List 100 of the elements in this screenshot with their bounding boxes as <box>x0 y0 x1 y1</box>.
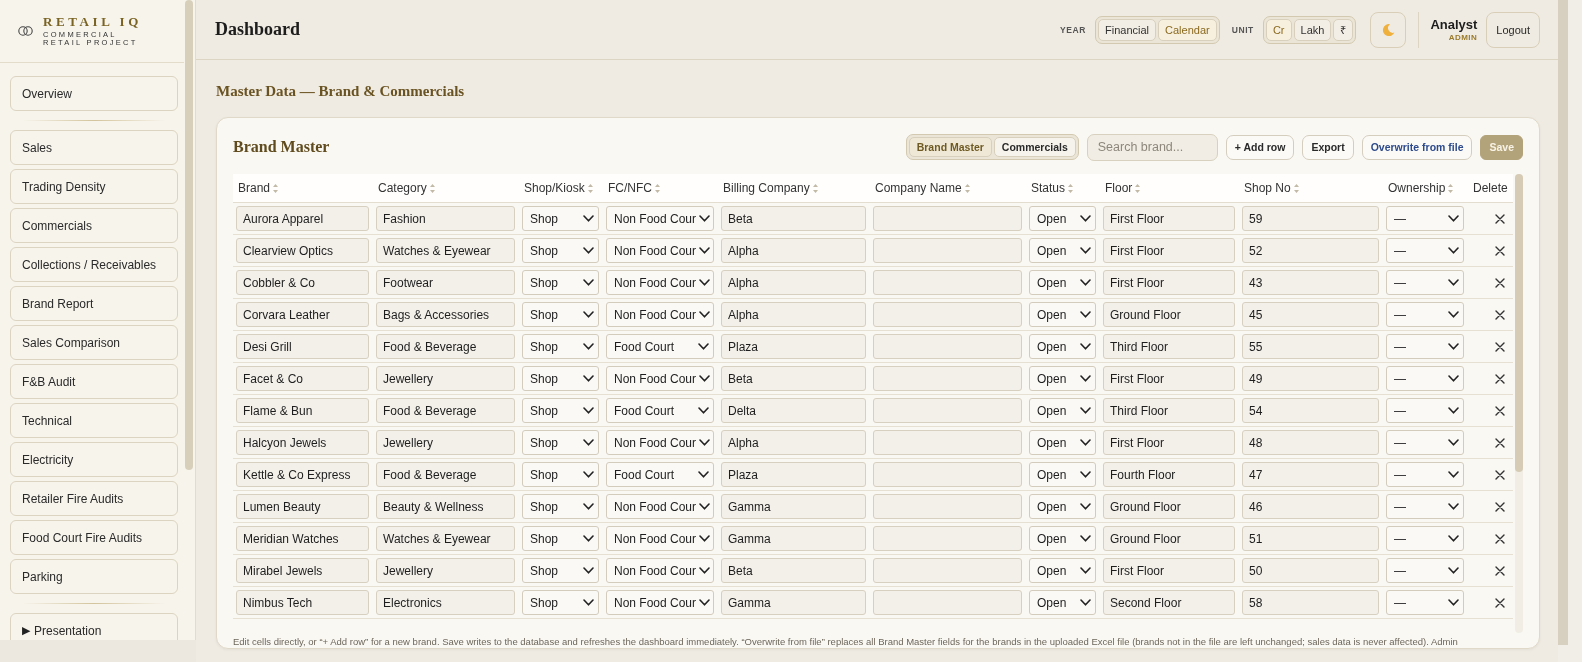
column-header[interactable]: Category <box>376 181 437 195</box>
billing-company-field[interactable]: Beta <box>721 206 866 231</box>
company-name-field[interactable] <box>873 366 1022 391</box>
billing-company-field[interactable]: Gamma <box>721 526 866 551</box>
shop-number-field[interactable]: 50 <box>1242 558 1379 583</box>
ownership-select[interactable]: — <box>1386 270 1464 295</box>
delete-icon[interactable] <box>1495 245 1505 256</box>
nav-item[interactable]: Parking <box>10 559 178 594</box>
nav-item[interactable]: Electricity <box>10 442 178 477</box>
nav-item[interactable]: Overview <box>10 76 178 111</box>
brand-field[interactable]: Flame & Bun <box>236 398 369 423</box>
brand-field[interactable]: Nimbus Tech <box>236 590 369 615</box>
company-name-field[interactable] <box>873 334 1022 359</box>
nav-item[interactable]: ▶ Presentation <box>10 613 178 640</box>
shop-number-field[interactable]: 54 <box>1242 398 1379 423</box>
add-row-button[interactable]: + Add row <box>1225 134 1295 160</box>
court-type-select[interactable]: Non Food Cour <box>606 206 714 231</box>
category-field[interactable]: Jewellery <box>376 366 515 391</box>
shop-type-select[interactable]: Shop <box>522 526 599 551</box>
status-select[interactable]: Open <box>1029 334 1096 359</box>
court-type-select[interactable]: Non Food Cour <box>606 558 714 583</box>
nav-item[interactable]: Retailer Fire Audits <box>10 481 178 516</box>
export-button[interactable]: Export <box>1302 134 1354 160</box>
delete-icon[interactable] <box>1495 341 1505 352</box>
view-tab[interactable]: Brand Master <box>908 137 992 157</box>
brand-field[interactable]: Kettle & Co Express <box>236 462 369 487</box>
brand-field[interactable]: Halcyon Jewels <box>236 430 369 455</box>
shop-type-select[interactable]: Shop <box>522 590 599 615</box>
billing-company-field[interactable]: Gamma <box>721 590 866 615</box>
category-field[interactable]: Footwear <box>376 270 515 295</box>
delete-icon[interactable] <box>1495 469 1505 480</box>
theme-button[interactable] <box>1370 11 1407 48</box>
logout-button[interactable]: Logout <box>1486 11 1540 48</box>
delete-icon[interactable] <box>1495 437 1505 448</box>
category-field[interactable]: Food & Beverage <box>376 334 515 359</box>
company-name-field[interactable] <box>873 398 1022 423</box>
delete-icon[interactable] <box>1495 565 1505 576</box>
brand-field[interactable]: Corvara Leather <box>236 302 369 327</box>
brand-field[interactable]: Cobbler & Co <box>236 270 369 295</box>
nav-item[interactable]: F&B Audit <box>10 364 178 399</box>
column-header[interactable]: Billing Company <box>721 181 820 195</box>
floor-field[interactable]: Third Floor <box>1103 334 1235 359</box>
floor-field[interactable]: First Floor <box>1103 238 1235 263</box>
shop-type-select[interactable]: Shop <box>522 302 599 327</box>
category-field[interactable]: Watches & Eyewear <box>376 526 515 551</box>
view-tab[interactable]: Commercials <box>993 137 1076 157</box>
shop-number-field[interactable]: 48 <box>1242 430 1379 455</box>
company-name-field[interactable] <box>873 302 1022 327</box>
billing-company-field[interactable]: Alpha <box>721 430 866 455</box>
floor-field[interactable]: Ground Floor <box>1103 302 1235 327</box>
unit-option[interactable]: Cr <box>1265 18 1292 41</box>
billing-company-field[interactable]: Alpha <box>721 302 866 327</box>
floor-field[interactable]: First Floor <box>1103 270 1235 295</box>
column-header[interactable]: FC/NFC <box>606 181 662 195</box>
shop-type-select[interactable]: Shop <box>522 366 599 391</box>
company-name-field[interactable] <box>873 238 1022 263</box>
billing-company-field[interactable]: Plaza <box>721 334 866 359</box>
category-field[interactable]: Jewellery <box>376 558 515 583</box>
scrollbar-thumb[interactable] <box>1558 0 1568 645</box>
delete-icon[interactable] <box>1495 597 1505 608</box>
status-select[interactable]: Open <box>1029 526 1096 551</box>
ownership-select[interactable]: — <box>1386 334 1464 359</box>
brand-field[interactable]: Facet & Co <box>236 366 369 391</box>
delete-icon[interactable] <box>1495 309 1505 320</box>
floor-field[interactable]: First Floor <box>1103 558 1235 583</box>
ownership-select[interactable]: — <box>1386 494 1464 519</box>
shop-number-field[interactable]: 55 <box>1242 334 1379 359</box>
column-header[interactable]: Status <box>1029 181 1076 195</box>
delete-icon[interactable] <box>1495 277 1505 288</box>
brand-field[interactable]: Aurora Apparel <box>236 206 369 231</box>
shop-number-field[interactable]: 47 <box>1242 462 1379 487</box>
floor-field[interactable]: Third Floor <box>1103 398 1235 423</box>
status-select[interactable]: Open <box>1029 590 1096 615</box>
floor-field[interactable]: Second Floor <box>1103 590 1235 615</box>
status-select[interactable]: Open <box>1029 430 1096 455</box>
company-name-field[interactable] <box>873 430 1022 455</box>
nav-item[interactable]: Collections / Receivables <box>10 247 178 282</box>
nav-item[interactable]: Food Court Fire Audits <box>10 520 178 555</box>
status-select[interactable]: Open <box>1029 366 1096 391</box>
nav-item[interactable]: Sales <box>10 130 178 165</box>
shop-type-select[interactable]: Shop <box>522 238 599 263</box>
company-name-field[interactable] <box>873 494 1022 519</box>
status-select[interactable]: Open <box>1029 270 1096 295</box>
brand-field[interactable]: Desi Grill <box>236 334 369 359</box>
company-name-field[interactable] <box>873 462 1022 487</box>
category-field[interactable]: Bags & Accessories <box>376 302 515 327</box>
company-name-field[interactable] <box>873 206 1022 231</box>
column-header[interactable]: Company Name <box>873 181 972 195</box>
category-field[interactable]: Food & Beverage <box>376 398 515 423</box>
nav-item[interactable]: Commercials <box>10 208 178 243</box>
shop-number-field[interactable]: 52 <box>1242 238 1379 263</box>
ownership-select[interactable]: — <box>1386 590 1464 615</box>
shop-number-field[interactable]: 51 <box>1242 526 1379 551</box>
unit-option[interactable]: Lakh <box>1293 18 1332 41</box>
overwrite-button[interactable]: Overwrite from file <box>1361 134 1473 160</box>
floor-field[interactable]: First Floor <box>1103 430 1235 455</box>
nav-item[interactable]: Brand Report <box>10 286 178 321</box>
nav-item[interactable]: Technical <box>10 403 178 438</box>
category-field[interactable]: Jewellery <box>376 430 515 455</box>
ownership-select[interactable]: — <box>1386 238 1464 263</box>
